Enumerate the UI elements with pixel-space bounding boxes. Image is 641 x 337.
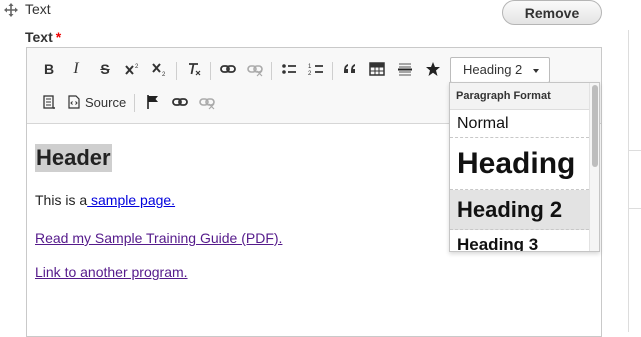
numbered-list-button[interactable]: 12 — [304, 57, 328, 81]
chevron-down-icon — [533, 69, 539, 73]
right-divider-tick — [628, 208, 641, 209]
link-icon — [220, 65, 236, 73]
anchor-icon — [147, 95, 158, 109]
numbered-list-icon: 12 — [308, 64, 323, 77]
source-button[interactable]: Source — [67, 90, 126, 114]
dropdown-title: Paragraph Format — [450, 83, 599, 110]
bulleted-list-button[interactable] — [277, 57, 301, 81]
horizontal-line-button[interactable] — [393, 57, 417, 81]
svg-text:1: 1 — [308, 64, 312, 70]
source-label: Source — [85, 94, 127, 110]
table-button[interactable] — [365, 57, 389, 81]
table-icon — [369, 62, 385, 76]
strikethrough-icon: S — [100, 61, 110, 77]
subscript-button[interactable]: 2 — [148, 57, 172, 81]
anchor-button[interactable] — [141, 90, 165, 114]
toolbar-separator — [176, 62, 177, 80]
superscript-icon: 2 — [125, 64, 139, 75]
horizontal-line-icon — [398, 63, 412, 76]
another-program-link[interactable]: Link to another program. — [35, 264, 188, 280]
widget-label: Text — [25, 1, 51, 17]
sample-page-link[interactable]: sample page. — [87, 192, 175, 208]
bulleted-list-icon — [282, 64, 296, 74]
svg-text:2: 2 — [308, 71, 312, 77]
link-button-2[interactable] — [168, 90, 192, 114]
unlink-button[interactable] — [243, 57, 267, 81]
blockquote-icon — [344, 64, 355, 73]
paragraph-format-select[interactable]: Heading 2 — [450, 57, 550, 83]
blockquote-button[interactable] — [338, 57, 362, 81]
toolbar-separator — [271, 62, 272, 80]
format-option-list: Normal Heading Heading 2 Heading 3 — [450, 110, 589, 251]
star-icon — [426, 62, 440, 76]
show-blocks-button[interactable] — [37, 90, 61, 114]
star-button[interactable] — [421, 57, 445, 81]
unlink-icon — [199, 98, 215, 110]
right-divider — [628, 30, 629, 332]
remove-format-button[interactable] — [182, 57, 206, 81]
training-guide-link[interactable]: Read my Sample Training Guide (PDF). — [35, 230, 282, 246]
paragraph-text: This is a — [35, 192, 88, 208]
required-mark: * — [55, 29, 62, 45]
dropdown-scrollbar[interactable] — [589, 83, 599, 251]
source-icon — [68, 95, 80, 109]
toolbar-separator — [332, 62, 333, 80]
drag-handle-icon[interactable] — [4, 3, 18, 17]
italic-button[interactable]: I — [64, 57, 88, 81]
bold-button[interactable]: B — [37, 57, 61, 81]
link-icon — [172, 98, 188, 106]
dropdown-scrollbar-thumb[interactable] — [592, 85, 598, 167]
show-blocks-icon — [43, 95, 55, 109]
svg-text:2: 2 — [162, 72, 166, 77]
strikethrough-button[interactable]: S — [93, 57, 117, 81]
link-button[interactable] — [216, 57, 240, 81]
format-option-heading-3[interactable]: Heading 3 — [450, 230, 589, 251]
remove-button[interactable]: Remove — [502, 0, 602, 25]
right-divider-tick — [628, 150, 641, 151]
field-label: Text * — [25, 29, 61, 45]
unlink-button-2[interactable] — [195, 90, 219, 114]
remove-format-icon — [189, 63, 201, 76]
subscript-icon: 2 — [152, 63, 166, 77]
field-label-text: Text — [25, 29, 53, 45]
svg-text:2: 2 — [135, 64, 139, 70]
unlink-icon — [247, 65, 263, 77]
italic-icon: I — [73, 60, 79, 77]
content-paragraph: This is a sample page. — [35, 192, 175, 208]
paragraph-format-dropdown: Paragraph Format Normal Heading Heading … — [449, 82, 600, 252]
format-option-heading-1[interactable]: Heading — [450, 138, 589, 190]
paragraph-format-value: Heading 2 — [463, 62, 523, 77]
superscript-button[interactable]: 2 — [121, 57, 145, 81]
format-option-heading-2[interactable]: Heading 2 — [450, 190, 589, 230]
content-heading: Header — [35, 144, 112, 172]
toolbar-separator — [134, 94, 135, 112]
bold-icon: B — [43, 61, 55, 77]
toolbar-separator — [210, 62, 211, 80]
format-option-normal[interactable]: Normal — [450, 110, 589, 138]
